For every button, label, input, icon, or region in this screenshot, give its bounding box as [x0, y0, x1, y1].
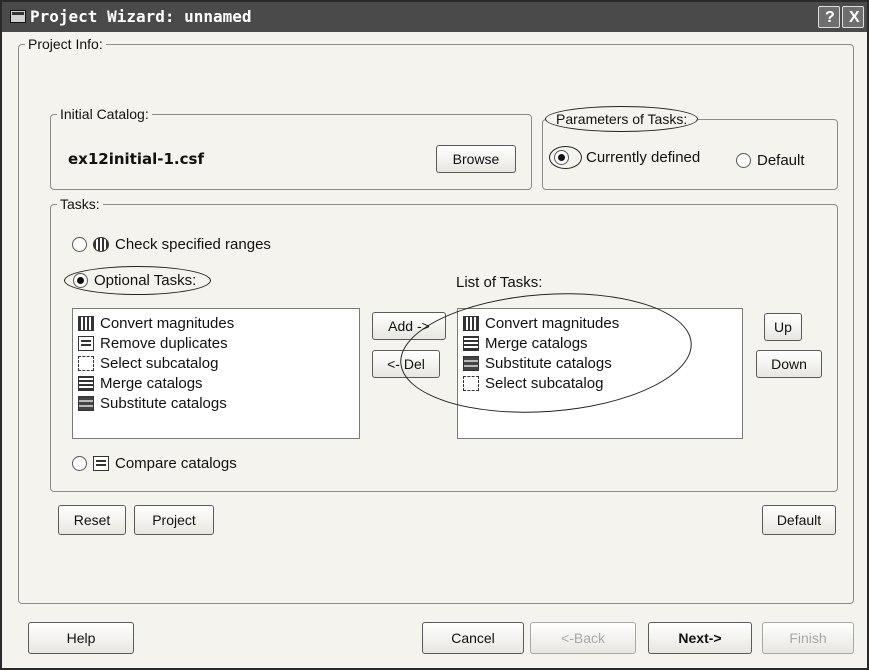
currently-defined-ellipse	[549, 146, 582, 169]
list-item[interactable]: Remove duplicates	[78, 333, 354, 353]
initial-catalog-filename: ex12initial-1.csf	[68, 150, 204, 168]
project-info-legend: Project Info:	[28, 36, 103, 52]
currently-defined-label: Currently defined	[586, 149, 701, 166]
reset-button[interactable]: Reset	[58, 505, 126, 535]
default-label: Default	[757, 152, 805, 169]
compare-catalogs-label: Compare catalogs	[115, 455, 237, 472]
radio-selected-indicator	[554, 150, 569, 165]
back-button[interactable]: <-Back	[530, 622, 636, 654]
list-item[interactable]: Substitute catalogs	[463, 353, 737, 373]
list-item[interactable]: Convert magnitudes	[463, 313, 737, 333]
browse-button[interactable]: Browse	[436, 145, 516, 173]
substitute-catalogs-icon	[463, 355, 479, 371]
list-item-label: Remove duplicates	[100, 334, 228, 352]
list-item[interactable]: Substitute catalogs	[78, 393, 354, 413]
parameters-legend-ellipse: Parameters of Tasks:	[545, 106, 699, 132]
check-ranges-icon	[93, 237, 109, 252]
radio-unselected-indicator	[72, 456, 87, 471]
list-item-label: Convert magnitudes	[100, 314, 235, 332]
next-button[interactable]: Next->	[648, 622, 752, 654]
project-button[interactable]: Project	[134, 505, 214, 535]
merge-catalogs-icon	[78, 375, 94, 391]
convert-magnitudes-icon	[463, 315, 479, 331]
merge-catalogs-icon	[463, 335, 479, 351]
initial-catalog-legend: Initial Catalog:	[60, 106, 149, 122]
remove-duplicates-icon	[78, 335, 94, 351]
move-down-button[interactable]: Down	[756, 350, 822, 378]
radio-unselected-indicator	[72, 237, 87, 252]
list-item[interactable]: Merge catalogs	[78, 373, 354, 393]
tasks-legend: Tasks:	[60, 196, 100, 212]
list-item-label: Substitute catalogs	[100, 394, 227, 412]
list-item-label: Select subcatalog	[485, 374, 604, 392]
optional-tasks-list[interactable]: Convert magnitudes Remove duplicates Sel…	[72, 308, 360, 439]
list-item[interactable]: Convert magnitudes	[78, 313, 354, 333]
help-button[interactable]: Help	[28, 622, 134, 654]
selected-tasks-list[interactable]: Convert magnitudes Merge catalogs Substi…	[457, 308, 743, 439]
project-wizard-window: Project Wizard: unnamed ? X Project Info…	[0, 0, 869, 670]
list-item-label: Convert magnitudes	[485, 314, 620, 332]
window-app-icon	[10, 10, 26, 23]
optional-tasks-ellipse: Optional Tasks:	[64, 266, 212, 295]
finish-button[interactable]: Finish	[762, 622, 854, 654]
list-item-label: Merge catalogs	[485, 334, 588, 352]
currently-defined-radio[interactable]: Currently defined	[549, 146, 700, 169]
list-of-tasks-label: List of Tasks:	[456, 274, 543, 291]
list-item-label: Select subcatalog	[100, 354, 219, 372]
list-item[interactable]: Select subcatalog	[463, 373, 737, 393]
select-subcatalog-icon	[78, 355, 94, 371]
close-button[interactable]: X	[842, 6, 864, 28]
cancel-button[interactable]: Cancel	[422, 622, 524, 654]
substitute-catalogs-icon	[78, 395, 94, 411]
list-item[interactable]: Merge catalogs	[463, 333, 737, 353]
select-subcatalog-icon	[463, 375, 479, 391]
compare-catalogs-radio[interactable]: Compare catalogs	[72, 455, 237, 472]
move-up-button[interactable]: Up	[764, 313, 802, 341]
title-bar[interactable]: Project Wizard: unnamed ? X	[2, 2, 867, 32]
default-button[interactable]: Default	[762, 505, 836, 535]
check-ranges-label: Check specified ranges	[115, 236, 271, 253]
default-radio[interactable]: Default	[736, 152, 805, 169]
parameters-legend: Parameters of Tasks:	[545, 106, 699, 132]
window-title: Project Wizard: unnamed	[30, 7, 252, 26]
list-item-label: Substitute catalogs	[485, 354, 612, 372]
list-item-label: Merge catalogs	[100, 374, 203, 392]
compare-catalogs-icon	[93, 456, 109, 471]
radio-unselected-indicator	[736, 153, 751, 168]
optional-tasks-label: Optional Tasks:	[94, 272, 197, 289]
check-ranges-radio[interactable]: Check specified ranges	[72, 236, 271, 253]
add-task-button[interactable]: Add ->	[372, 312, 446, 340]
parameters-legend-text: Parameters of Tasks:	[556, 111, 688, 127]
convert-magnitudes-icon	[78, 315, 94, 331]
optional-tasks-radio[interactable]: Optional Tasks:	[64, 266, 212, 295]
radio-selected-indicator	[73, 273, 88, 288]
help-title-button[interactable]: ?	[818, 6, 840, 28]
list-item[interactable]: Select subcatalog	[78, 353, 354, 373]
delete-task-button[interactable]: <- Del	[372, 350, 440, 378]
